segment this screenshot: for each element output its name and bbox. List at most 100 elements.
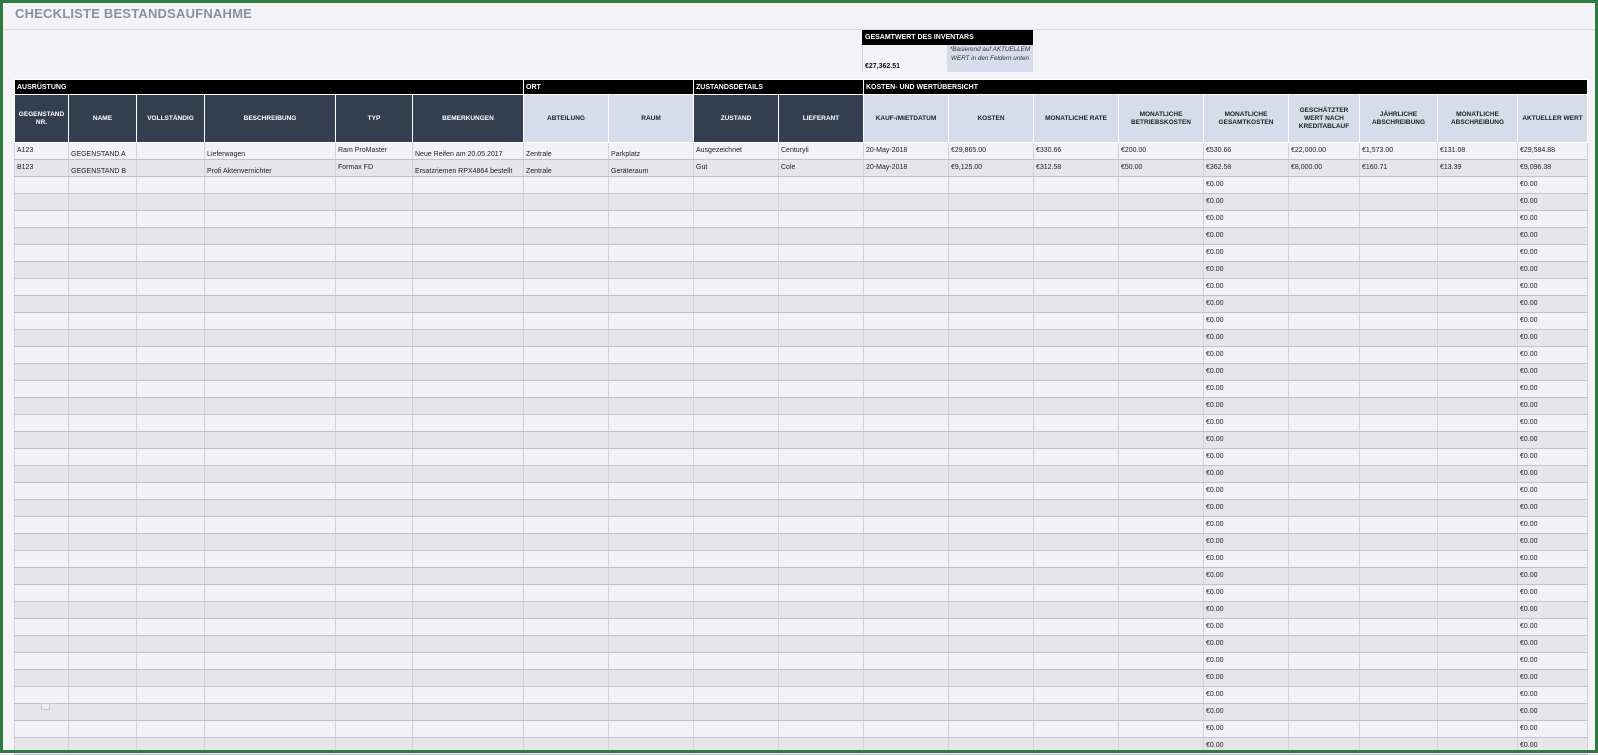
table-cell[interactable]: €0.00 (1517, 295, 1588, 313)
table-cell[interactable] (412, 652, 524, 670)
table-cell[interactable] (68, 482, 137, 500)
table-cell[interactable] (1359, 703, 1438, 721)
table-cell[interactable] (863, 380, 949, 398)
table-cell[interactable] (1437, 533, 1518, 551)
table-cell[interactable] (1359, 567, 1438, 585)
table-cell[interactable] (1437, 652, 1518, 670)
table-cell[interactable] (1118, 686, 1204, 704)
table-cell[interactable] (608, 465, 694, 483)
table-cell[interactable] (1359, 210, 1438, 228)
table-cell[interactable] (778, 703, 864, 721)
table-cell[interactable] (335, 414, 413, 432)
table-cell[interactable] (1118, 363, 1204, 381)
table-cell[interactable] (1033, 431, 1119, 449)
table-cell[interactable] (948, 431, 1034, 449)
table-cell[interactable] (948, 635, 1034, 653)
table-cell[interactable] (948, 193, 1034, 211)
table-cell[interactable] (412, 363, 524, 381)
table-cell[interactable] (948, 720, 1034, 738)
table-cell[interactable] (1359, 193, 1438, 211)
table-cell[interactable] (778, 516, 864, 534)
table-cell[interactable] (1359, 329, 1438, 347)
table-cell[interactable] (1359, 465, 1438, 483)
table-cell[interactable] (136, 329, 205, 347)
table-cell[interactable] (68, 737, 137, 755)
table-cell[interactable] (948, 465, 1034, 483)
table-cell[interactable] (948, 346, 1034, 364)
table-cell[interactable] (778, 176, 864, 194)
table-cell[interactable] (68, 414, 137, 432)
table-cell[interactable]: €0.00 (1203, 414, 1289, 432)
table-cell[interactable] (136, 516, 205, 534)
table-cell[interactable] (608, 601, 694, 619)
table-cell[interactable] (1033, 346, 1119, 364)
table-cell[interactable] (948, 295, 1034, 313)
table-cell[interactable] (204, 312, 336, 330)
table-cell[interactable] (948, 244, 1034, 262)
table-cell[interactable] (136, 380, 205, 398)
table-cell[interactable]: €0.00 (1203, 703, 1289, 721)
table-cell[interactable] (1033, 261, 1119, 279)
table-cell[interactable]: Centuryli (778, 142, 864, 160)
table-cell[interactable] (1437, 431, 1518, 449)
table-cell[interactable] (14, 669, 69, 687)
table-cell[interactable] (1437, 669, 1518, 687)
table-cell[interactable] (68, 533, 137, 551)
table-cell[interactable] (608, 363, 694, 381)
table-cell[interactable] (1118, 584, 1204, 602)
table-cell[interactable] (14, 193, 69, 211)
table-cell[interactable] (778, 448, 864, 466)
table-cell[interactable] (204, 635, 336, 653)
table-cell[interactable] (68, 193, 137, 211)
table-cell[interactable] (1359, 363, 1438, 381)
table-cell[interactable]: €0.00 (1203, 550, 1289, 568)
table-cell[interactable] (412, 312, 524, 330)
table-cell[interactable] (136, 261, 205, 279)
table-cell[interactable] (1118, 329, 1204, 347)
table-cell[interactable] (693, 584, 779, 602)
table-cell[interactable]: Geräteraum (608, 159, 694, 177)
table-cell[interactable] (1118, 703, 1204, 721)
table-cell[interactable] (778, 244, 864, 262)
table-cell[interactable] (863, 431, 949, 449)
table-cell[interactable]: €0.00 (1517, 210, 1588, 228)
table-cell[interactable] (14, 227, 69, 245)
table-cell[interactable] (693, 618, 779, 636)
table-cell[interactable] (68, 312, 137, 330)
table-cell[interactable] (204, 584, 336, 602)
table-cell[interactable] (608, 737, 694, 755)
table-cell[interactable] (523, 397, 609, 415)
table-cell[interactable] (1033, 567, 1119, 585)
table-cell[interactable] (608, 295, 694, 313)
table-cell[interactable] (136, 567, 205, 585)
table-cell[interactable] (863, 584, 949, 602)
table-cell[interactable] (68, 448, 137, 466)
table-cell[interactable] (863, 567, 949, 585)
table-cell[interactable] (1437, 618, 1518, 636)
table-cell[interactable] (523, 482, 609, 500)
table-cell[interactable] (1118, 431, 1204, 449)
table-cell[interactable] (608, 720, 694, 738)
table-cell[interactable] (693, 448, 779, 466)
table-cell[interactable] (1359, 346, 1438, 364)
table-cell[interactable] (1359, 176, 1438, 194)
table-cell[interactable] (1118, 601, 1204, 619)
table-cell[interactable] (1359, 601, 1438, 619)
table-cell[interactable] (1437, 397, 1518, 415)
table-cell[interactable] (412, 431, 524, 449)
table-cell[interactable] (1118, 380, 1204, 398)
table-cell[interactable] (335, 380, 413, 398)
table-cell[interactable]: €0.00 (1203, 482, 1289, 500)
table-cell[interactable] (14, 244, 69, 262)
table-cell[interactable] (335, 550, 413, 568)
table-cell[interactable] (608, 448, 694, 466)
table-cell[interactable]: €0.00 (1517, 193, 1588, 211)
table-cell[interactable] (863, 652, 949, 670)
table-cell[interactable] (693, 176, 779, 194)
table-cell[interactable] (335, 227, 413, 245)
table-cell[interactable] (412, 380, 524, 398)
table-cell[interactable]: €0.00 (1203, 516, 1289, 534)
table-cell[interactable]: €0.00 (1203, 295, 1289, 313)
table-cell[interactable] (68, 397, 137, 415)
table-cell[interactable] (335, 499, 413, 517)
